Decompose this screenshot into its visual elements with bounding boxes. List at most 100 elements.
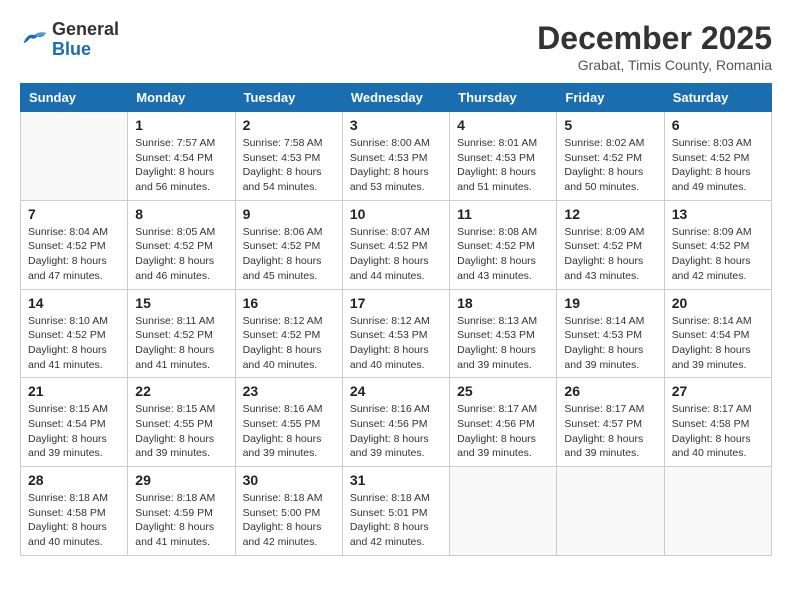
day-number: 2 [243, 117, 335, 133]
day-number: 5 [564, 117, 656, 133]
day-of-week-header: Saturday [664, 84, 771, 112]
logo-icon [20, 29, 48, 51]
day-number: 1 [135, 117, 227, 133]
day-number: 4 [457, 117, 549, 133]
calendar-day-cell: 19 Sunrise: 8:14 AMSunset: 4:53 PMDayligh… [557, 289, 664, 378]
day-info: Sunrise: 8:15 AMSunset: 4:55 PMDaylight:… [135, 402, 227, 461]
day-info: Sunrise: 8:17 AMSunset: 4:57 PMDaylight:… [564, 402, 656, 461]
day-number: 6 [672, 117, 764, 133]
calendar-day-cell: 20 Sunrise: 8:14 AMSunset: 4:54 PMDayligh… [664, 289, 771, 378]
day-number: 23 [243, 383, 335, 399]
day-info: Sunrise: 8:11 AMSunset: 4:52 PMDaylight:… [135, 314, 227, 373]
calendar-week-row: 21 Sunrise: 8:15 AMSunset: 4:54 PMDayligh… [21, 378, 772, 467]
calendar-day-cell: 13Sunrise: 8:09 AMSunset: 4:52 PMDayligh… [664, 200, 771, 289]
calendar-week-row: 28 Sunrise: 8:18 AMSunset: 4:58 PMDayligh… [21, 467, 772, 556]
calendar-table: SundayMondayTuesdayWednesdayThursdayFrid… [20, 83, 772, 556]
day-info: Sunrise: 8:17 AMSunset: 4:58 PMDaylight:… [672, 402, 764, 461]
day-number: 9 [243, 206, 335, 222]
calendar-week-row: 7 Sunrise: 8:04 AMSunset: 4:52 PMDaylight… [21, 200, 772, 289]
day-info: Sunrise: 7:57 AMSunset: 4:54 PMDaylight:… [135, 136, 227, 195]
calendar-week-row: 1 Sunrise: 7:57 AMSunset: 4:54 PMDaylight… [21, 112, 772, 201]
calendar-day-cell: 30 Sunrise: 8:18 AMSunset: 5:00 PMDayligh… [235, 467, 342, 556]
calendar-day-cell: 2 Sunrise: 7:58 AMSunset: 4:53 PMDaylight… [235, 112, 342, 201]
day-info: Sunrise: 8:18 AMSunset: 4:58 PMDaylight:… [28, 491, 120, 550]
day-number: 17 [350, 295, 442, 311]
day-info: Sunrise: 8:02 AMSunset: 4:52 PMDaylight:… [564, 136, 656, 195]
calendar-day-cell: 12 Sunrise: 8:09 AMSunset: 4:52 PMDayligh… [557, 200, 664, 289]
calendar-day-cell: 18 Sunrise: 8:13 AMSunset: 4:53 PMDayligh… [450, 289, 557, 378]
day-of-week-header: Friday [557, 84, 664, 112]
calendar-day-cell: 28 Sunrise: 8:18 AMSunset: 4:58 PMDayligh… [21, 467, 128, 556]
calendar-day-cell: 23 Sunrise: 8:16 AMSunset: 4:55 PMDayligh… [235, 378, 342, 467]
day-number: 18 [457, 295, 549, 311]
day-info: Sunrise: 8:01 AMSunset: 4:53 PMDaylight:… [457, 136, 549, 195]
day-info: Sunrise: 7:58 AMSunset: 4:53 PMDaylight:… [243, 136, 335, 195]
page-header: General Blue December 2025 Grabat, Timis… [20, 20, 772, 73]
day-number: 10 [350, 206, 442, 222]
day-info: Sunrise: 8:09 AMSunset: 4:52 PMDaylight:… [564, 225, 656, 284]
day-number: 27 [672, 383, 764, 399]
day-info: Sunrise: 8:00 AMSunset: 4:53 PMDaylight:… [350, 136, 442, 195]
day-of-week-header: Wednesday [342, 84, 449, 112]
day-number: 12 [564, 206, 656, 222]
day-number: 21 [28, 383, 120, 399]
day-number: 19 [564, 295, 656, 311]
calendar-day-cell: 16Sunrise: 8:12 AMSunset: 4:52 PMDayligh… [235, 289, 342, 378]
day-info: Sunrise: 8:17 AMSunset: 4:56 PMDaylight:… [457, 402, 549, 461]
day-number: 15 [135, 295, 227, 311]
day-number: 31 [350, 472, 442, 488]
calendar-day-cell: 5 Sunrise: 8:02 AMSunset: 4:52 PMDaylight… [557, 112, 664, 201]
calendar-day-cell: 8Sunrise: 8:05 AMSunset: 4:52 PMDaylight… [128, 200, 235, 289]
calendar-day-cell: 3 Sunrise: 8:00 AMSunset: 4:53 PMDaylight… [342, 112, 449, 201]
day-number: 24 [350, 383, 442, 399]
calendar-day-cell [450, 467, 557, 556]
day-info: Sunrise: 8:08 AMSunset: 4:52 PMDaylight:… [457, 225, 549, 284]
calendar-day-cell: 15 Sunrise: 8:11 AMSunset: 4:52 PMDayligh… [128, 289, 235, 378]
calendar-day-cell: 1 Sunrise: 7:57 AMSunset: 4:54 PMDaylight… [128, 112, 235, 201]
day-number: 30 [243, 472, 335, 488]
day-info: Sunrise: 8:18 AMSunset: 5:00 PMDaylight:… [243, 491, 335, 550]
day-number: 20 [672, 295, 764, 311]
calendar-day-cell: 17Sunrise: 8:12 AMSunset: 4:53 PMDayligh… [342, 289, 449, 378]
day-number: 3 [350, 117, 442, 133]
calendar-day-cell: 29Sunrise: 8:18 AMSunset: 4:59 PMDayligh… [128, 467, 235, 556]
title-section: December 2025 Grabat, Timis County, Roma… [537, 20, 772, 73]
location-subtitle: Grabat, Timis County, Romania [537, 57, 772, 73]
calendar-week-row: 14Sunrise: 8:10 AMSunset: 4:52 PMDayligh… [21, 289, 772, 378]
calendar-day-cell: 25Sunrise: 8:17 AMSunset: 4:56 PMDayligh… [450, 378, 557, 467]
calendar-day-cell: 7 Sunrise: 8:04 AMSunset: 4:52 PMDaylight… [21, 200, 128, 289]
day-info: Sunrise: 8:13 AMSunset: 4:53 PMDaylight:… [457, 314, 549, 373]
day-of-week-header: Monday [128, 84, 235, 112]
logo-text: General Blue [52, 20, 119, 60]
day-info: Sunrise: 8:14 AMSunset: 4:53 PMDaylight:… [564, 314, 656, 373]
month-year-title: December 2025 [537, 20, 772, 57]
calendar-day-cell: 14Sunrise: 8:10 AMSunset: 4:52 PMDayligh… [21, 289, 128, 378]
day-info: Sunrise: 8:15 AMSunset: 4:54 PMDaylight:… [28, 402, 120, 461]
day-number: 28 [28, 472, 120, 488]
day-of-week-header: Tuesday [235, 84, 342, 112]
day-info: Sunrise: 8:04 AMSunset: 4:52 PMDaylight:… [28, 225, 120, 284]
day-number: 22 [135, 383, 227, 399]
calendar-day-cell: 22 Sunrise: 8:15 AMSunset: 4:55 PMDayligh… [128, 378, 235, 467]
day-number: 14 [28, 295, 120, 311]
day-info: Sunrise: 8:07 AMSunset: 4:52 PMDaylight:… [350, 225, 442, 284]
calendar-day-cell: 31 Sunrise: 8:18 AMSunset: 5:01 PMDayligh… [342, 467, 449, 556]
calendar-day-cell: 4 Sunrise: 8:01 AMSunset: 4:53 PMDaylight… [450, 112, 557, 201]
day-info: Sunrise: 8:06 AMSunset: 4:52 PMDaylight:… [243, 225, 335, 284]
day-info: Sunrise: 8:16 AMSunset: 4:56 PMDaylight:… [350, 402, 442, 461]
calendar-day-cell: 26 Sunrise: 8:17 AMSunset: 4:57 PMDayligh… [557, 378, 664, 467]
day-number: 29 [135, 472, 227, 488]
day-number: 26 [564, 383, 656, 399]
day-info: Sunrise: 8:14 AMSunset: 4:54 PMDaylight:… [672, 314, 764, 373]
day-of-week-header: Sunday [21, 84, 128, 112]
calendar-day-cell [664, 467, 771, 556]
day-number: 7 [28, 206, 120, 222]
day-number: 16 [243, 295, 335, 311]
day-info: Sunrise: 8:09 AMSunset: 4:52 PMDaylight:… [672, 225, 764, 284]
calendar-day-cell: 10 Sunrise: 8:07 AMSunset: 4:52 PMDayligh… [342, 200, 449, 289]
calendar-day-cell: 21 Sunrise: 8:15 AMSunset: 4:54 PMDayligh… [21, 378, 128, 467]
day-number: 11 [457, 206, 549, 222]
day-info: Sunrise: 8:18 AMSunset: 5:01 PMDaylight:… [350, 491, 442, 550]
day-info: Sunrise: 8:16 AMSunset: 4:55 PMDaylight:… [243, 402, 335, 461]
calendar-day-cell: 27 Sunrise: 8:17 AMSunset: 4:58 PMDayligh… [664, 378, 771, 467]
